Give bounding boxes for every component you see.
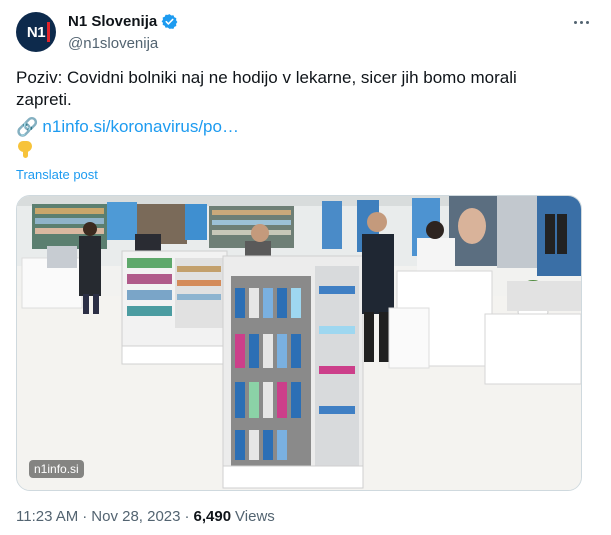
views-count: 6,490 [193,508,232,525]
display-name[interactable]: N1 Slovenija [68,13,157,30]
avatar-logo-accent [47,22,50,42]
avatar[interactable]: N1 [16,12,56,52]
author-handle[interactable]: @n1slovenija [68,35,158,52]
tweet-image[interactable]: n1info.si [16,195,582,491]
verified-badge-icon [161,14,178,29]
tweet-link[interactable]: n1info.si/koronavirus/po… [42,116,239,138]
tweet-text: Poziv: Covidni bolniki naj ne hodijo v l… [16,68,517,109]
link-icon: 🔗 [16,117,39,137]
more-dot [573,20,577,24]
tweet-date[interactable]: Nov 28, 2023 [91,508,180,525]
emoji-row [16,139,34,164]
author-name-row[interactable]: N1 Slovenija [68,13,178,30]
pharmacy-photo [17,196,581,490]
more-dot [585,20,589,24]
image-watermark: n1info.si [29,460,84,478]
tweet-link-row[interactable]: 🔗 n1info.si/koronavirus/po… [16,116,239,138]
tweet-time[interactable]: 11:23 AM [16,508,78,525]
avatar-logo-text: N1 [26,23,46,41]
tweet-metadata: 11:23 AM · Nov 28, 2023 · 6,490 Views [16,508,275,525]
views-label: Views [235,508,275,525]
pointing-down-emoji-icon [16,139,34,159]
tweet-card: N1 N1 Slovenija @n1slovenija Poziv: Covi… [0,0,611,535]
more-dot [579,20,583,24]
translate-post-link[interactable]: Translate post [16,167,98,182]
separator: · [184,508,190,525]
separator: · [82,508,88,525]
more-options-icon[interactable] [569,10,593,34]
